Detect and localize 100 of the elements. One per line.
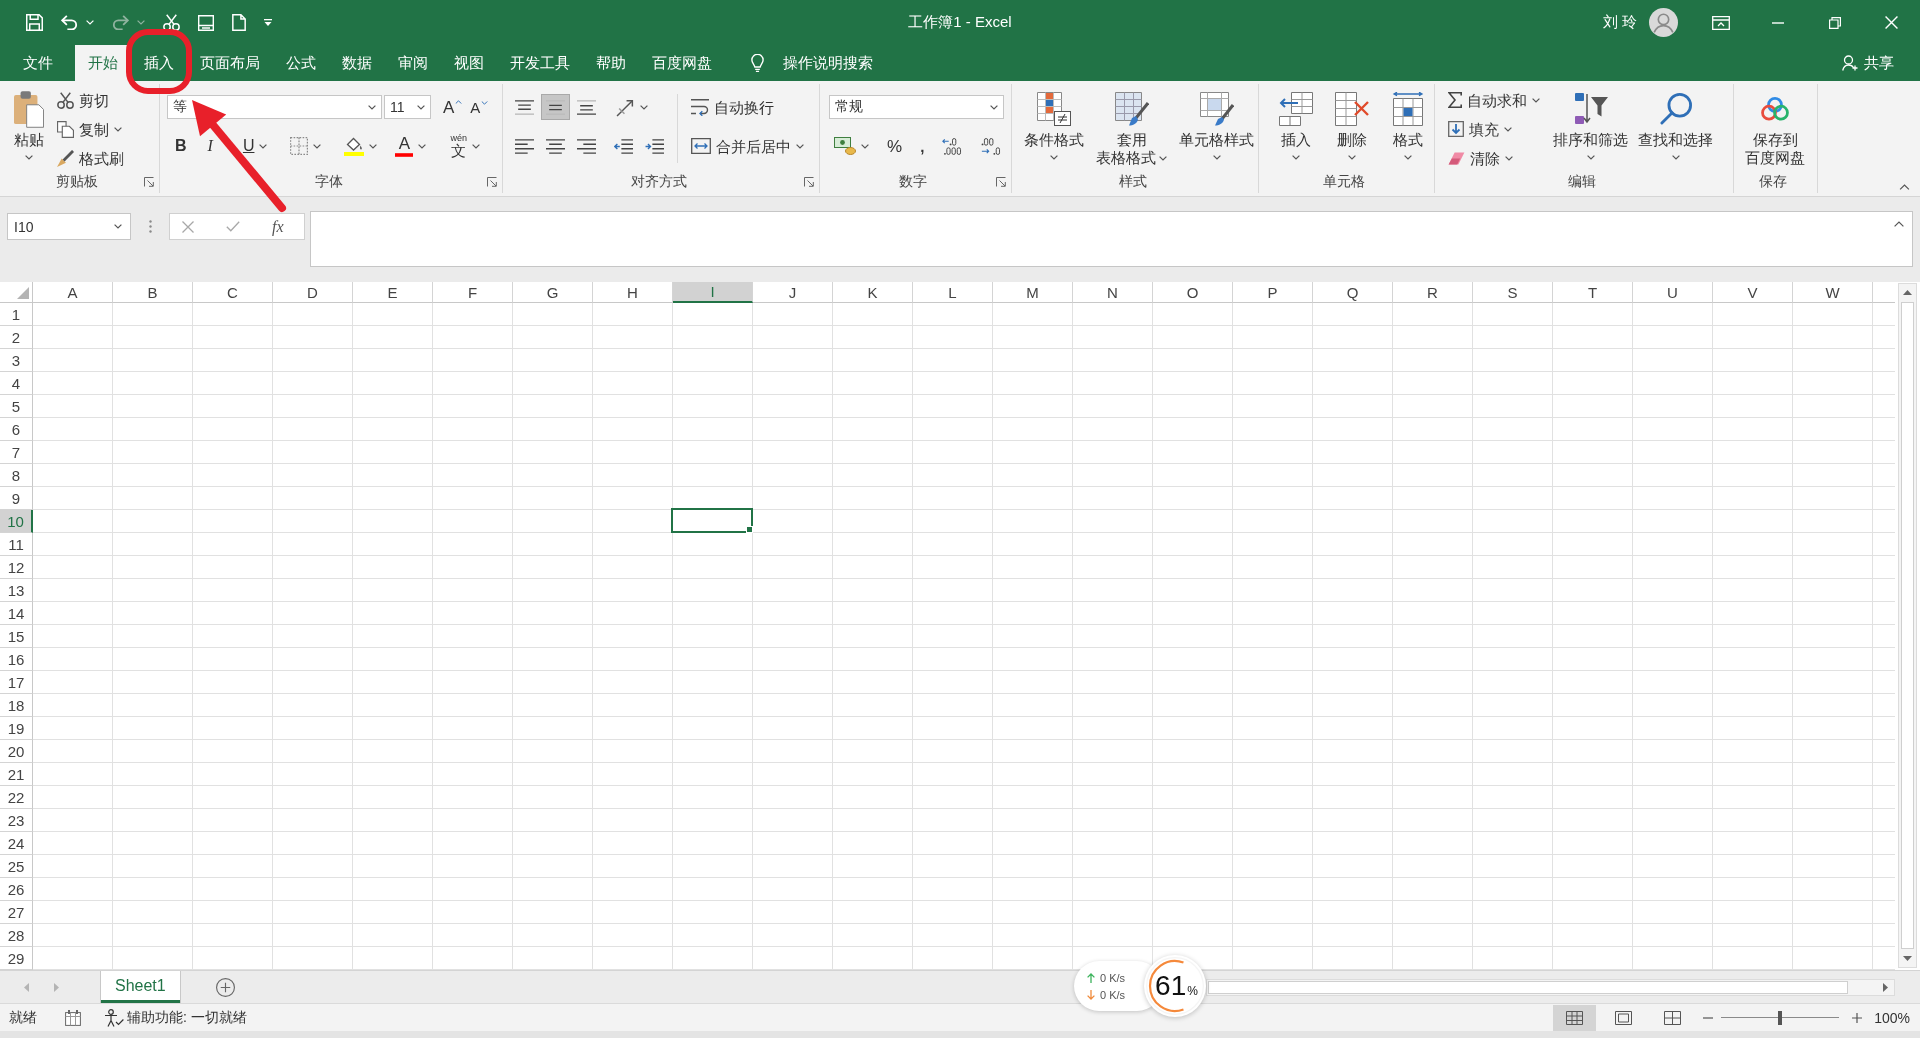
row-header[interactable]: 17	[0, 671, 33, 694]
ribbon-tab[interactable]: 公式	[273, 45, 329, 81]
row-header[interactable]: 7	[0, 441, 33, 464]
fill-down-button[interactable]: 填充	[1443, 116, 1545, 142]
scroll-down-icon[interactable]	[1903, 956, 1912, 961]
row-header[interactable]: 6	[0, 418, 33, 441]
column-header[interactable]: M	[993, 282, 1073, 303]
row-header[interactable]: 11	[0, 533, 33, 556]
percent-button[interactable]: %	[882, 133, 908, 159]
column-header[interactable]: S	[1473, 282, 1553, 303]
column-header[interactable]: I	[673, 282, 753, 303]
sheet-tab[interactable]: Sheet1	[101, 971, 180, 1003]
ribbon-tab[interactable]: 文件	[10, 45, 66, 81]
zoom-out-icon[interactable]	[1703, 1016, 1714, 1019]
row-header[interactable]: 4	[0, 372, 33, 395]
column-header[interactable]: T	[1553, 282, 1633, 303]
row-header[interactable]: 20	[0, 740, 33, 763]
insert-cells-button[interactable]: 插入	[1275, 86, 1317, 163]
autosum-button[interactable]: 自动求和	[1443, 87, 1545, 113]
row-header[interactable]: 25	[0, 855, 33, 878]
column-header[interactable]: G	[513, 282, 593, 303]
column-header[interactable]: F	[433, 282, 513, 303]
dialog-launcher-icon[interactable]	[996, 177, 1006, 187]
column-header[interactable]: K	[833, 282, 913, 303]
column-header[interactable]: J	[753, 282, 833, 303]
font-color-button[interactable]: A	[390, 133, 432, 159]
row-header[interactable]: 22	[0, 786, 33, 809]
row-header[interactable]: 19	[0, 717, 33, 740]
share-button[interactable]: 共享	[1838, 45, 1898, 81]
dialog-launcher-icon[interactable]	[487, 177, 497, 187]
save-to-cloud-button[interactable]: 保存到 百度网盘	[1741, 86, 1809, 167]
ribbon-tab[interactable]: 插入	[131, 45, 187, 81]
collapse-formula-icon[interactable]	[1894, 221, 1904, 227]
dialog-launcher-icon[interactable]	[144, 177, 154, 187]
format-cells-button[interactable]: 格式	[1387, 86, 1429, 163]
wrap-button[interactable]: 自动换行	[686, 94, 779, 120]
row-header[interactable]: 9	[0, 487, 33, 510]
row-header[interactable]: 13	[0, 579, 33, 602]
row-header[interactable]: 27	[0, 901, 33, 924]
conditional-formatting-button[interactable]: 条件格式	[1020, 86, 1088, 167]
insert-function-button[interactable]: fx	[268, 215, 288, 238]
column-header[interactable]: R	[1393, 282, 1473, 303]
column-header[interactable]: W	[1793, 282, 1873, 303]
ribbon-tab[interactable]: 页面布局	[187, 45, 273, 81]
cell-styles-button[interactable]: 单元格样式	[1175, 86, 1258, 167]
zoom-slider-thumb[interactable]	[1778, 1010, 1783, 1025]
format-painter-button[interactable]: 格式刷	[52, 145, 129, 171]
ribbon-tab[interactable]: 视图	[441, 45, 497, 81]
row-header[interactable]: 12	[0, 556, 33, 579]
normal-view-button[interactable]	[1553, 1004, 1597, 1031]
row-header[interactable]: 28	[0, 924, 33, 947]
column-header[interactable]: O	[1153, 282, 1233, 303]
zoom-in-icon[interactable]	[1852, 1012, 1863, 1023]
row-header[interactable]: 8	[0, 464, 33, 487]
comma-button[interactable]: ,	[915, 133, 930, 159]
ribbon-tab[interactable]: 数据	[329, 45, 385, 81]
column-header[interactable]: B	[113, 282, 193, 303]
font-name-field[interactable]: 等	[167, 95, 382, 119]
collapse-ribbon-icon[interactable]	[1899, 184, 1910, 190]
row-header[interactable]: 18	[0, 694, 33, 717]
row-header[interactable]: 16	[0, 648, 33, 671]
merge-button[interactable]: 合并后居中	[686, 133, 809, 159]
delete-cells-button[interactable]: 删除	[1331, 86, 1373, 163]
scroll-right-icon[interactable]	[1883, 982, 1888, 992]
column-header[interactable]: D	[273, 282, 353, 303]
name-box[interactable]: I10	[7, 213, 131, 240]
row-header[interactable]: 3	[0, 349, 33, 372]
ribbon-tab[interactable]: 开发工具	[497, 45, 583, 81]
row-header[interactable]: 2	[0, 326, 33, 349]
row-header[interactable]: 24	[0, 832, 33, 855]
column-header[interactable]: U	[1633, 282, 1713, 303]
row-header[interactable]: 21	[0, 763, 33, 786]
column-header[interactable]: C	[193, 282, 273, 303]
row-header[interactable]: 15	[0, 625, 33, 648]
underline-button[interactable]: U	[242, 138, 268, 154]
decrease-font-button[interactable]: A	[470, 99, 489, 115]
scrollbar-thumb[interactable]	[1901, 302, 1914, 949]
horizontal-scrollbar[interactable]	[1206, 978, 1895, 996]
row-header[interactable]: 5	[0, 395, 33, 418]
italic-button[interactable]: I	[207, 138, 213, 154]
increase-font-button[interactable]: A	[443, 98, 463, 116]
copy-button[interactable]: 复制	[52, 116, 129, 142]
scroll-up-icon[interactable]	[1903, 290, 1912, 295]
column-header[interactable]: P	[1233, 282, 1313, 303]
clear-button[interactable]: 清除	[1443, 145, 1545, 171]
dialog-launcher-icon[interactable]	[804, 177, 814, 187]
column-header[interactable]: N	[1073, 282, 1153, 303]
cut-button[interactable]: 剪切	[52, 87, 129, 113]
bold-button[interactable]: B	[175, 138, 187, 154]
row-header[interactable]: 26	[0, 878, 33, 901]
zoom-level[interactable]: 100%	[1874, 1009, 1910, 1026]
add-sheet-icon[interactable]	[215, 977, 235, 997]
row-header[interactable]: 23	[0, 809, 33, 832]
column-header[interactable]: A	[33, 282, 113, 303]
ribbon-tab[interactable]: 百度网盘	[639, 45, 725, 81]
row-header[interactable]: 29	[0, 947, 33, 970]
sheet-grid-icon[interactable]	[65, 1009, 81, 1026]
row-header[interactable]: 14	[0, 602, 33, 625]
row-header[interactable]: 10	[0, 510, 33, 533]
phonetic-guide-button[interactable]: wén 文	[445, 133, 485, 159]
